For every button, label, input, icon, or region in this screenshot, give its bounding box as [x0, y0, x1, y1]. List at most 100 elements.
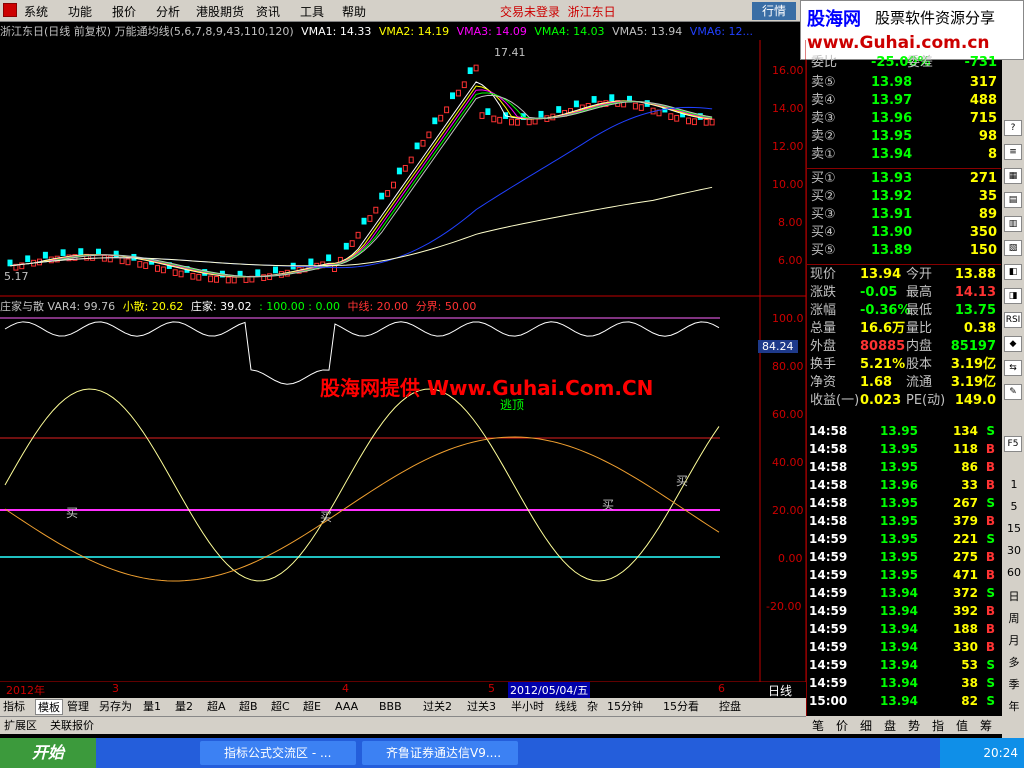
period-shortcut[interactable]: 5 — [1005, 500, 1023, 513]
period-shortcut[interactable]: 多 — [1005, 654, 1023, 670]
ask-row: 卖④ 13.97 488 — [811, 93, 997, 108]
bid-row: 买④ 13.90 350 — [811, 225, 997, 240]
candle — [674, 114, 680, 122]
tab-extension[interactable]: 扩展区 — [4, 718, 37, 734]
toolbar-icon[interactable]: ◆ — [1004, 336, 1022, 352]
right-panel-tab[interactable]: 指 — [932, 717, 944, 734]
toolbar-icon[interactable]: ▦ — [1004, 168, 1022, 184]
right-panel-tab[interactable]: 价 — [836, 717, 848, 734]
toolbar-icon[interactable]: ▥ — [1004, 216, 1022, 232]
period-shortcut[interactable]: 月 — [1005, 632, 1023, 648]
toolbar-icon[interactable]: F5 — [1004, 436, 1022, 452]
buy-label: 买 — [602, 498, 615, 512]
tick-row: 14:58 13.95 86 B — [809, 460, 995, 474]
indicator-tab[interactable]: 超E — [303, 699, 321, 715]
indicator-tab[interactable]: 管理 — [67, 699, 89, 715]
tick-row: 14:59 13.94 392 B — [809, 604, 995, 618]
indicator-tab[interactable]: 杂 — [587, 699, 598, 715]
candle — [137, 260, 143, 268]
indicator-tab[interactable]: 超A — [207, 699, 226, 715]
period-shortcut[interactable]: 日 — [1005, 588, 1023, 604]
indicator-tab[interactable]: 过关2 — [423, 699, 452, 715]
indicator-tab[interactable]: 超C — [271, 699, 290, 715]
price-tick: 6.00 — [778, 254, 803, 267]
candle — [208, 275, 214, 283]
toolbar-icon[interactable]: ✎ — [1004, 384, 1022, 400]
period-shortcut[interactable]: 60 — [1005, 566, 1023, 579]
toolbar-icon[interactable]: ⇆ — [1004, 360, 1022, 376]
ind-tick: 60.00 — [772, 408, 804, 421]
candle — [455, 89, 461, 97]
indicator-tab[interactable]: 指标 — [3, 699, 25, 715]
stat-row: 总量 16.6万 量比 0.38 — [810, 321, 996, 336]
period-shortcut[interactable]: 周 — [1005, 610, 1023, 626]
period-shortcut[interactable]: 30 — [1005, 544, 1023, 557]
candle — [703, 118, 709, 126]
period-shortcut[interactable]: 年 — [1005, 698, 1023, 714]
ma-line — [9, 106, 713, 269]
taskbar-item[interactable]: 指标公式交流区 - ... — [200, 741, 356, 765]
indicator-tab[interactable]: 量1 — [143, 699, 161, 715]
candle — [414, 142, 420, 150]
tab-related-quote[interactable]: 关联报价 — [50, 718, 94, 734]
right-panel-tab[interactable]: 细 — [860, 717, 872, 734]
indicator-tab[interactable]: 超B — [239, 699, 258, 715]
period-shortcut[interactable]: 1 — [1005, 478, 1023, 491]
indicator-tab[interactable]: 量2 — [175, 699, 193, 715]
indicator-tab[interactable]: 模板 — [35, 699, 63, 715]
toolbar-icon[interactable]: RSI — [1004, 312, 1022, 328]
indicator-tab[interactable]: 过关3 — [467, 699, 496, 715]
indicator-tab[interactable]: 另存为 — [99, 699, 132, 715]
candle — [632, 102, 638, 110]
toolbar-icon[interactable]: ▧ — [1004, 240, 1022, 256]
candle — [125, 258, 131, 266]
period-label[interactable]: 日线 — [768, 682, 792, 699]
ind-tick: 20.00 — [772, 504, 804, 517]
candle — [432, 117, 438, 125]
date-axis: 2012年 3 4 5 2012/05/04/五 6 — [0, 682, 760, 698]
right-panel-tab[interactable]: 筹 — [980, 717, 992, 734]
candle — [668, 113, 674, 120]
ask-row: 卖① 13.94 8 — [811, 147, 997, 162]
indicator-tab[interactable]: BBB — [379, 699, 402, 715]
right-panel-tab[interactable]: 盘 — [884, 717, 896, 734]
tick-row: 14:59 13.94 372 S — [809, 586, 995, 600]
period-shortcut[interactable]: 季 — [1005, 676, 1023, 692]
toolbar-icon[interactable]: ▤ — [1004, 192, 1022, 208]
indicator-tab[interactable]: 线线 — [555, 699, 577, 715]
date-tick: 2012年 — [6, 684, 45, 697]
ask-row: 卖⑤ 13.98 317 — [811, 75, 997, 90]
right-panel-tab[interactable]: 值 — [956, 717, 968, 734]
candle — [107, 255, 113, 263]
candle — [591, 96, 597, 103]
indicator-tab[interactable]: 控盘 — [719, 699, 741, 715]
period-shortcut[interactable]: 15 — [1005, 522, 1023, 535]
indicator-tab[interactable]: 半小时 — [511, 699, 544, 715]
indicator-mid: 中线: 20.00 — [347, 300, 409, 313]
tick-row: 14:58 13.95 118 B — [809, 442, 995, 456]
candle — [426, 131, 432, 139]
tick-row: 14:58 13.95 134 S — [809, 424, 995, 438]
chart-canvas[interactable] — [0, 0, 806, 682]
toolbar-icon[interactable]: ◨ — [1004, 288, 1022, 304]
toolbar-icon[interactable]: ≡ — [1004, 144, 1022, 160]
right-panel-tab[interactable]: 笔 — [812, 717, 824, 734]
indicator-tab[interactable]: AAA — [335, 699, 358, 715]
ad-banner[interactable]: 股海网 股票软件资源分享 www.Guhai.com.cn — [800, 0, 1024, 60]
candle — [96, 248, 101, 256]
diff-label: 委差 — [907, 55, 934, 70]
taskbar-item[interactable]: 齐鲁证券通达信V9.... — [362, 741, 518, 765]
indicator-tab[interactable]: 15分看 — [663, 699, 699, 715]
bid-row: 买① 13.93 271 — [811, 171, 997, 186]
indicator-tab[interactable]: 15分钟 — [607, 699, 643, 715]
start-button[interactable]: 开始 — [0, 738, 96, 768]
toolbar-icon[interactable]: ? — [1004, 120, 1022, 136]
toolbar-icon[interactable]: ◧ — [1004, 264, 1022, 280]
indicator-zj: 庄家: 39.02 — [190, 300, 252, 313]
ind-tick: 80.00 — [772, 360, 804, 373]
date-tick: 4 — [342, 682, 349, 695]
candle — [509, 118, 514, 126]
tick-row: 14:59 13.94 53 S — [809, 658, 995, 672]
right-panel-tab[interactable]: 势 — [908, 717, 920, 734]
price-tick: 8.00 — [778, 216, 803, 229]
